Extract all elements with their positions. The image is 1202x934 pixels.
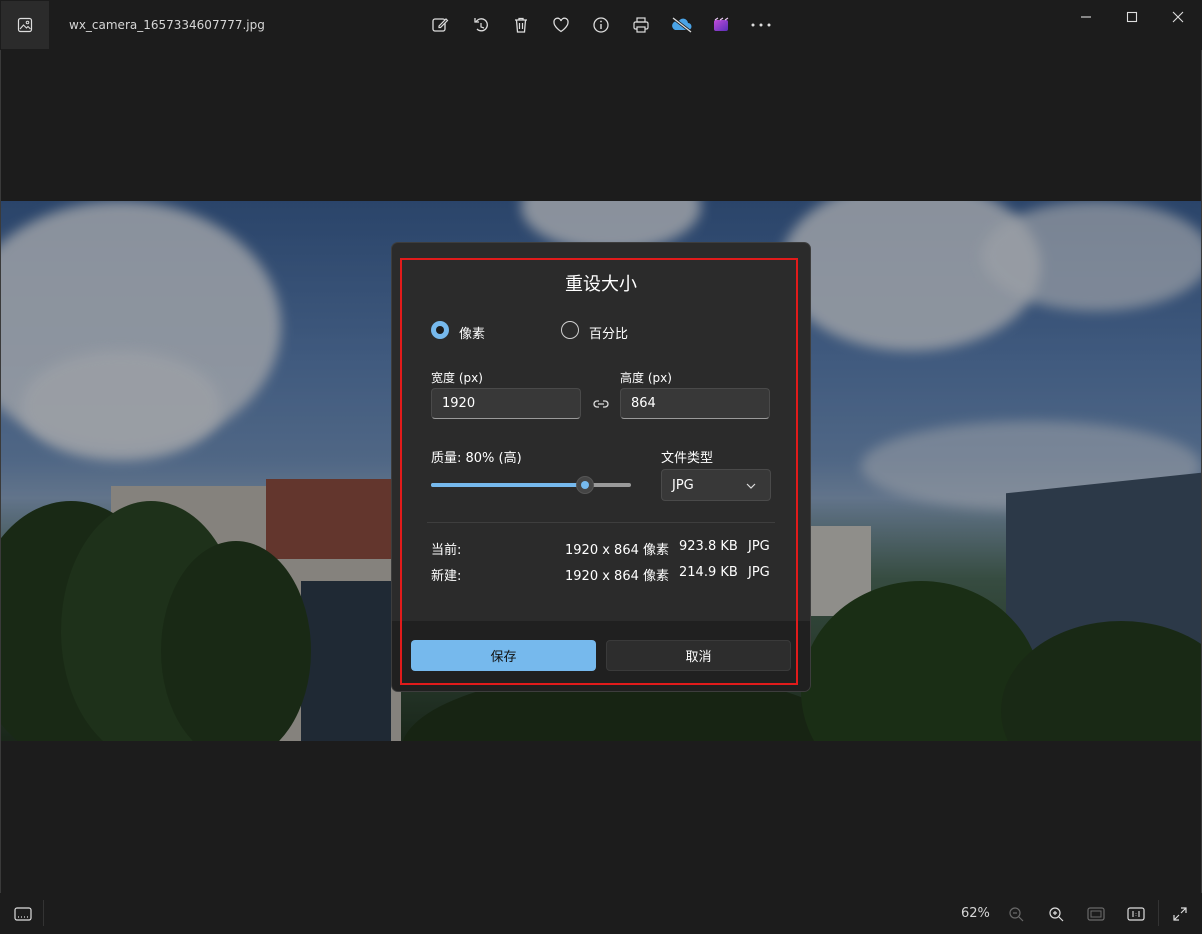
new-type: JPG [748, 565, 770, 580]
rotate-icon[interactable] [469, 13, 493, 37]
clipchamp-icon[interactable] [709, 13, 733, 37]
fullscreen-icon[interactable] [1170, 904, 1190, 924]
new-label: 新建: [431, 569, 462, 584]
close-button[interactable] [1155, 0, 1201, 34]
onedrive-sync-off-icon[interactable] [670, 13, 694, 37]
radio-pixels-label: 像素 [459, 327, 486, 342]
current-dims: 1920 x 864 像素 [565, 543, 669, 558]
filmstrip-icon[interactable] [13, 904, 33, 924]
current-label: 当前: [431, 543, 462, 558]
info-icon[interactable] [589, 13, 613, 37]
height-label: 高度 (px) [620, 371, 672, 385]
zoom-level: 62% [961, 906, 990, 921]
print-icon[interactable] [629, 13, 653, 37]
more-icon[interactable] [749, 13, 773, 37]
status-divider [1158, 900, 1159, 926]
delete-icon[interactable] [509, 13, 533, 37]
minimize-button[interactable] [1063, 0, 1109, 34]
chevron-down-icon [746, 483, 756, 489]
dialog-title: 重设大小 [565, 274, 637, 295]
radio-percent-label: 百分比 [589, 327, 629, 342]
resize-dialog [391, 242, 811, 692]
height-input[interactable]: 864 [620, 388, 770, 419]
maximize-icon [1126, 11, 1138, 23]
favorite-icon[interactable] [549, 13, 573, 37]
current-type: JPG [748, 539, 770, 554]
edit-icon[interactable] [428, 13, 452, 37]
new-size: 214.9 KB [679, 565, 738, 580]
aspect-lock-link-icon[interactable] [592, 396, 610, 412]
radio-pixels[interactable] [431, 321, 449, 339]
width-label: 宽度 (px) [431, 371, 483, 385]
current-size: 923.8 KB [679, 539, 738, 554]
quality-slider-thumb[interactable] [576, 476, 594, 494]
filetype-select[interactable]: JPG [661, 469, 771, 501]
minimize-icon [1081, 16, 1091, 18]
filetype-value: JPG [672, 478, 694, 493]
save-button[interactable]: 保存 [411, 640, 596, 671]
filetype-label: 文件类型 [661, 451, 714, 466]
close-icon [1172, 11, 1184, 23]
new-dims: 1920 x 864 像素 [565, 569, 669, 584]
actual-size-icon[interactable] [1126, 904, 1146, 924]
fit-to-window-icon[interactable] [1086, 904, 1106, 924]
title-bar: wx_camera_1657334607777.jpg [0, 0, 1202, 50]
gallery-icon [17, 17, 33, 33]
zoom-out-icon[interactable] [1006, 904, 1026, 924]
gallery-button[interactable] [1, 1, 49, 49]
width-input[interactable]: 1920 [431, 388, 581, 419]
quality-slider-fill [431, 483, 583, 487]
quality-label: 质量: 80% (高) [431, 451, 522, 466]
cancel-button[interactable]: 取消 [606, 640, 791, 671]
dialog-divider [427, 522, 775, 523]
file-name: wx_camera_1657334607777.jpg [69, 18, 265, 32]
maximize-button[interactable] [1109, 0, 1155, 34]
radio-percent[interactable] [561, 321, 579, 339]
status-divider [43, 900, 44, 926]
zoom-in-icon[interactable] [1046, 904, 1066, 924]
quality-slider[interactable] [431, 476, 631, 494]
